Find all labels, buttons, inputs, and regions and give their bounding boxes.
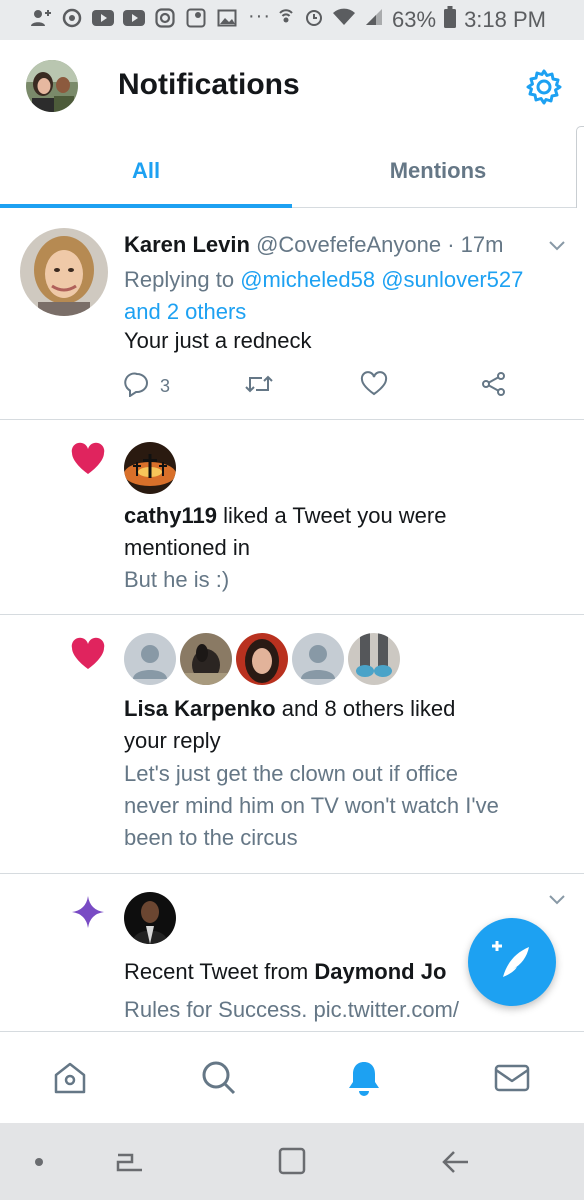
tweet-time: 17m bbox=[460, 232, 504, 257]
instagram-icon bbox=[154, 7, 176, 29]
chrome-icon bbox=[61, 7, 83, 29]
notification-action: liked a Tweet you were bbox=[223, 503, 447, 528]
heart-outline-icon bbox=[360, 371, 388, 402]
heart-icon bbox=[70, 442, 106, 478]
snippet-line: Let's just get the clown out if office bbox=[124, 761, 458, 786]
battery-icon bbox=[444, 6, 457, 34]
wifi-icon bbox=[332, 7, 356, 33]
user-avatar[interactable] bbox=[124, 442, 176, 494]
tweet-actions: 3 bbox=[124, 371, 514, 401]
system-navigation bbox=[0, 1123, 584, 1200]
heart-icon bbox=[70, 637, 106, 673]
gear-icon[interactable] bbox=[524, 67, 564, 107]
replying-to-label: Replying to bbox=[124, 267, 235, 292]
compose-button[interactable] bbox=[468, 918, 556, 1006]
user-avatar[interactable] bbox=[348, 633, 400, 685]
notification-action: and 8 others liked bbox=[281, 696, 456, 721]
tweet-author-name[interactable]: Karen Levin bbox=[124, 232, 250, 257]
reply-others-link[interactable]: and 2 others bbox=[124, 299, 246, 324]
default-avatar[interactable] bbox=[292, 633, 344, 685]
status-icons-right: 63% 3:18 PM bbox=[276, 6, 546, 34]
retweet-icon bbox=[244, 371, 274, 402]
notification-actor[interactable]: Daymond Jo bbox=[314, 959, 446, 984]
replying-to: Replying to @micheled58 @sunlover527 and… bbox=[124, 264, 564, 328]
clock: 3:18 PM bbox=[464, 7, 546, 32]
share-button[interactable] bbox=[480, 371, 508, 402]
profile-avatar[interactable] bbox=[26, 60, 78, 112]
compose-icon bbox=[489, 937, 535, 988]
signal-icon bbox=[364, 7, 384, 33]
hotspot-icon bbox=[276, 7, 296, 33]
bottom-navigation bbox=[0, 1031, 584, 1123]
reply-user-link[interactable]: @sunlover527 bbox=[381, 267, 523, 292]
sparkle-icon bbox=[70, 894, 106, 930]
app-header: Notifications bbox=[0, 40, 584, 136]
notification-action-cont: mentioned in bbox=[124, 535, 250, 560]
search-icon[interactable] bbox=[199, 1058, 239, 1098]
status-bar: ··· 63% 3:18 PM bbox=[0, 0, 584, 40]
user-avatar[interactable] bbox=[236, 633, 288, 685]
dot-indicator-icon bbox=[24, 1145, 54, 1179]
retweet-button[interactable] bbox=[244, 371, 274, 402]
notification-snippet: But he is :) bbox=[124, 567, 230, 592]
back-icon[interactable] bbox=[436, 1145, 476, 1179]
user-avatar[interactable] bbox=[180, 633, 232, 685]
notification-text: Recent Tweet from Daymond Jo bbox=[124, 956, 446, 988]
like-button[interactable] bbox=[360, 371, 388, 402]
home-button-icon[interactable] bbox=[272, 1145, 312, 1179]
notification-action: Recent Tweet from bbox=[124, 959, 309, 984]
mail-icon[interactable] bbox=[492, 1058, 532, 1098]
page-title: Notifications bbox=[118, 68, 300, 101]
notification-action-cont: your reply bbox=[124, 728, 221, 753]
tweet-header: Karen Levin @CovefefeAnyone · 17m bbox=[124, 232, 503, 258]
notification-text: Lisa Karpenko and 8 others liked your re… bbox=[124, 693, 455, 757]
reply-icon bbox=[124, 371, 150, 402]
youtube-icon bbox=[123, 7, 145, 29]
like-notification[interactable]: Lisa Karpenko and 8 others liked your re… bbox=[0, 615, 584, 874]
gallery-icon bbox=[216, 7, 238, 29]
tweet-author-avatar[interactable] bbox=[20, 228, 108, 316]
default-avatar[interactable] bbox=[124, 633, 176, 685]
notification-snippet: Let's just get the clown out if office n… bbox=[124, 758, 564, 854]
status-icons-left bbox=[30, 7, 238, 29]
notification-tabs: All Mentions bbox=[0, 136, 584, 208]
home-icon[interactable] bbox=[50, 1058, 90, 1098]
recent-apps-icon[interactable] bbox=[110, 1145, 150, 1179]
mention-tweet[interactable]: Karen Levin @CovefefeAnyone · 17m Replyi… bbox=[0, 208, 584, 420]
notification-actor[interactable]: Lisa Karpenko bbox=[124, 696, 276, 721]
notification-actor[interactable]: cathy119 bbox=[124, 503, 217, 528]
tab-mentions[interactable]: Mentions bbox=[292, 136, 584, 207]
snippet-line: never mind him on TV won't watch I've bbox=[124, 793, 499, 818]
reply-button[interactable]: 3 bbox=[124, 371, 170, 402]
reply-user-link[interactable]: @micheled58 bbox=[240, 267, 375, 292]
chevron-down-icon[interactable] bbox=[546, 238, 568, 254]
notification-text: cathy119 liked a Tweet you were mentione… bbox=[124, 500, 446, 564]
reply-count: 3 bbox=[160, 376, 171, 396]
bell-icon[interactable] bbox=[344, 1058, 384, 1098]
tweet-text: Your just a redneck bbox=[124, 328, 312, 353]
chevron-down-icon[interactable] bbox=[546, 892, 568, 908]
alarm-icon bbox=[304, 7, 324, 33]
tweet-author-handle: @CovefefeAnyone bbox=[256, 232, 442, 257]
user-avatar[interactable] bbox=[124, 892, 176, 944]
like-notification[interactable]: cathy119 liked a Tweet you were mentione… bbox=[0, 420, 584, 615]
add-contact-icon bbox=[30, 7, 52, 29]
battery-percent: 63% bbox=[392, 7, 437, 32]
more-notifications-dots: ··· bbox=[248, 5, 271, 27]
tweet-separator: · bbox=[447, 232, 455, 257]
maps-icon bbox=[185, 7, 207, 29]
snippet-line: been to the circus bbox=[124, 825, 298, 850]
youtube-icon bbox=[92, 7, 114, 29]
tab-all[interactable]: All bbox=[0, 136, 292, 208]
share-icon bbox=[480, 371, 508, 402]
